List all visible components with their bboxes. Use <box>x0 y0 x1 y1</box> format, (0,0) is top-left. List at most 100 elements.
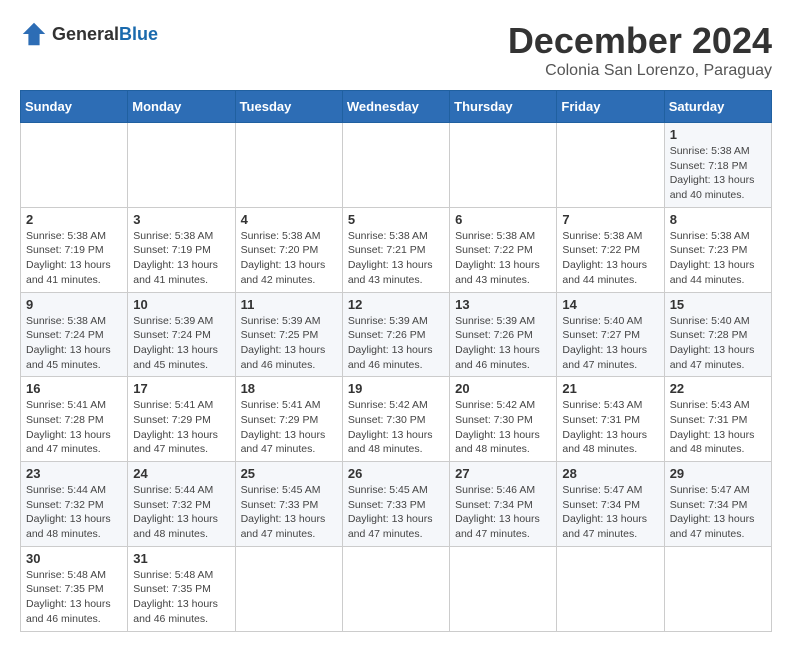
day-number: 18 <box>241 381 337 396</box>
calendar-cell: 9 Sunrise: 5:38 AM Sunset: 7:24 PM Daylig… <box>21 292 128 377</box>
calendar-cell <box>21 123 128 208</box>
day-info: Sunrise: 5:41 AM Sunset: 7:28 PM Dayligh… <box>26 398 122 457</box>
day-number: 19 <box>348 381 444 396</box>
calendar-cell: 12 Sunrise: 5:39 AM Sunset: 7:26 PM Dayli… <box>342 292 449 377</box>
calendar-cell: 7 Sunrise: 5:38 AM Sunset: 7:22 PM Daylig… <box>557 207 664 292</box>
day-info: Sunrise: 5:41 AM Sunset: 7:29 PM Dayligh… <box>241 398 337 457</box>
week-row-3: 9 Sunrise: 5:38 AM Sunset: 7:24 PM Daylig… <box>21 292 772 377</box>
day-info: Sunrise: 5:38 AM Sunset: 7:19 PM Dayligh… <box>133 229 229 288</box>
calendar-cell: 1Sunrise: 5:38 AM Sunset: 7:18 PM Daylig… <box>664 123 771 208</box>
calendar-cell: 13 Sunrise: 5:39 AM Sunset: 7:26 PM Dayli… <box>450 292 557 377</box>
calendar-cell: 14 Sunrise: 5:40 AM Sunset: 7:27 PM Dayli… <box>557 292 664 377</box>
calendar-cell <box>235 546 342 631</box>
day-info: Sunrise: 5:43 AM Sunset: 7:31 PM Dayligh… <box>670 398 766 457</box>
day-info: Sunrise: 5:42 AM Sunset: 7:30 PM Dayligh… <box>455 398 551 457</box>
day-header-thursday: Thursday <box>450 91 557 123</box>
day-info: Sunrise: 5:38 AM Sunset: 7:21 PM Dayligh… <box>348 229 444 288</box>
day-number: 15 <box>670 297 766 312</box>
day-number: 10 <box>133 297 229 312</box>
day-number: 29 <box>670 466 766 481</box>
day-info: Sunrise: 5:45 AM Sunset: 7:33 PM Dayligh… <box>241 483 337 542</box>
day-number: 1 <box>670 127 766 142</box>
calendar-cell: 5 Sunrise: 5:38 AM Sunset: 7:21 PM Daylig… <box>342 207 449 292</box>
calendar-cell: 19 Sunrise: 5:42 AM Sunset: 7:30 PM Dayli… <box>342 377 449 462</box>
day-number: 2 <box>26 212 122 227</box>
calendar-cell: 15 Sunrise: 5:40 AM Sunset: 7:28 PM Dayli… <box>664 292 771 377</box>
day-number: 7 <box>562 212 658 227</box>
calendar-cell: 4Sunrise: 5:38 AM Sunset: 7:20 PM Daylig… <box>235 207 342 292</box>
day-number: 5 <box>348 212 444 227</box>
day-number: 26 <box>348 466 444 481</box>
calendar-cell <box>557 546 664 631</box>
day-info: Sunrise: 5:42 AM Sunset: 7:30 PM Dayligh… <box>348 398 444 457</box>
calendar-cell: 26Sunrise: 5:45 AM Sunset: 7:33 PM Dayli… <box>342 462 449 547</box>
day-info: Sunrise: 5:38 AM Sunset: 7:24 PM Dayligh… <box>26 314 122 373</box>
day-info: Sunrise: 5:44 AM Sunset: 7:32 PM Dayligh… <box>26 483 122 542</box>
day-number: 8 <box>670 212 766 227</box>
day-info: Sunrise: 5:38 AM Sunset: 7:23 PM Dayligh… <box>670 229 766 288</box>
day-number: 31 <box>133 551 229 566</box>
day-info: Sunrise: 5:39 AM Sunset: 7:25 PM Dayligh… <box>241 314 337 373</box>
day-number: 20 <box>455 381 551 396</box>
day-info: Sunrise: 5:40 AM Sunset: 7:28 PM Dayligh… <box>670 314 766 373</box>
day-number: 23 <box>26 466 122 481</box>
day-number: 6 <box>455 212 551 227</box>
week-row-1: 1Sunrise: 5:38 AM Sunset: 7:18 PM Daylig… <box>21 123 772 208</box>
day-number: 16 <box>26 381 122 396</box>
day-number: 24 <box>133 466 229 481</box>
week-row-2: 2 Sunrise: 5:38 AM Sunset: 7:19 PM Daylig… <box>21 207 772 292</box>
day-info: Sunrise: 5:48 AM Sunset: 7:35 PM Dayligh… <box>26 568 122 627</box>
days-header-row: SundayMondayTuesdayWednesdayThursdayFrid… <box>21 91 772 123</box>
calendar-cell: 22Sunrise: 5:43 AM Sunset: 7:31 PM Dayli… <box>664 377 771 462</box>
day-number: 25 <box>241 466 337 481</box>
day-number: 12 <box>348 297 444 312</box>
calendar-cell: 31Sunrise: 5:48 AM Sunset: 7:35 PM Dayli… <box>128 546 235 631</box>
calendar-cell: 3 Sunrise: 5:38 AM Sunset: 7:19 PM Daylig… <box>128 207 235 292</box>
day-info: Sunrise: 5:47 AM Sunset: 7:34 PM Dayligh… <box>562 483 658 542</box>
day-header-saturday: Saturday <box>664 91 771 123</box>
day-header-wednesday: Wednesday <box>342 91 449 123</box>
day-info: Sunrise: 5:38 AM Sunset: 7:22 PM Dayligh… <box>562 229 658 288</box>
logo: GeneralBlue <box>20 20 158 48</box>
calendar-cell: 23 Sunrise: 5:44 AM Sunset: 7:32 PM Dayli… <box>21 462 128 547</box>
day-header-tuesday: Tuesday <box>235 91 342 123</box>
day-info: Sunrise: 5:38 AM Sunset: 7:19 PM Dayligh… <box>26 229 122 288</box>
calendar-cell: 6 Sunrise: 5:38 AM Sunset: 7:22 PM Daylig… <box>450 207 557 292</box>
day-number: 21 <box>562 381 658 396</box>
day-number: 30 <box>26 551 122 566</box>
calendar-cell: 24 Sunrise: 5:44 AM Sunset: 7:32 PM Dayli… <box>128 462 235 547</box>
calendar-cell: 20 Sunrise: 5:42 AM Sunset: 7:30 PM Dayli… <box>450 377 557 462</box>
day-number: 14 <box>562 297 658 312</box>
day-number: 11 <box>241 297 337 312</box>
day-info: Sunrise: 5:40 AM Sunset: 7:27 PM Dayligh… <box>562 314 658 373</box>
day-info: Sunrise: 5:38 AM Sunset: 7:22 PM Dayligh… <box>455 229 551 288</box>
calendar-cell: 21Sunrise: 5:43 AM Sunset: 7:31 PM Dayli… <box>557 377 664 462</box>
month-title: December 2024 <box>508 20 772 62</box>
day-number: 27 <box>455 466 551 481</box>
week-row-6: 30 Sunrise: 5:48 AM Sunset: 7:35 PM Dayli… <box>21 546 772 631</box>
calendar-cell <box>450 546 557 631</box>
location-title: Colonia San Lorenzo, Paraguay <box>508 62 772 80</box>
day-number: 3 <box>133 212 229 227</box>
day-number: 13 <box>455 297 551 312</box>
day-number: 9 <box>26 297 122 312</box>
day-info: Sunrise: 5:47 AM Sunset: 7:34 PM Dayligh… <box>670 483 766 542</box>
calendar-cell: 30 Sunrise: 5:48 AM Sunset: 7:35 PM Dayli… <box>21 546 128 631</box>
calendar-cell: 11 Sunrise: 5:39 AM Sunset: 7:25 PM Dayli… <box>235 292 342 377</box>
calendar-cell <box>342 546 449 631</box>
calendar-cell <box>235 123 342 208</box>
day-info: Sunrise: 5:39 AM Sunset: 7:26 PM Dayligh… <box>455 314 551 373</box>
calendar-cell <box>664 546 771 631</box>
day-info: Sunrise: 5:44 AM Sunset: 7:32 PM Dayligh… <box>133 483 229 542</box>
calendar-cell: 18 Sunrise: 5:41 AM Sunset: 7:29 PM Dayli… <box>235 377 342 462</box>
week-row-5: 23 Sunrise: 5:44 AM Sunset: 7:32 PM Dayli… <box>21 462 772 547</box>
calendar-table: SundayMondayTuesdayWednesdayThursdayFrid… <box>20 90 772 632</box>
day-header-sunday: Sunday <box>21 91 128 123</box>
day-info: Sunrise: 5:38 AM Sunset: 7:20 PM Dayligh… <box>241 229 337 288</box>
calendar-cell: 8 Sunrise: 5:38 AM Sunset: 7:23 PM Daylig… <box>664 207 771 292</box>
calendar-cell <box>557 123 664 208</box>
calendar-cell: 10Sunrise: 5:39 AM Sunset: 7:24 PM Dayli… <box>128 292 235 377</box>
week-row-4: 16 Sunrise: 5:41 AM Sunset: 7:28 PM Dayli… <box>21 377 772 462</box>
day-info: Sunrise: 5:41 AM Sunset: 7:29 PM Dayligh… <box>133 398 229 457</box>
day-info: Sunrise: 5:39 AM Sunset: 7:26 PM Dayligh… <box>348 314 444 373</box>
